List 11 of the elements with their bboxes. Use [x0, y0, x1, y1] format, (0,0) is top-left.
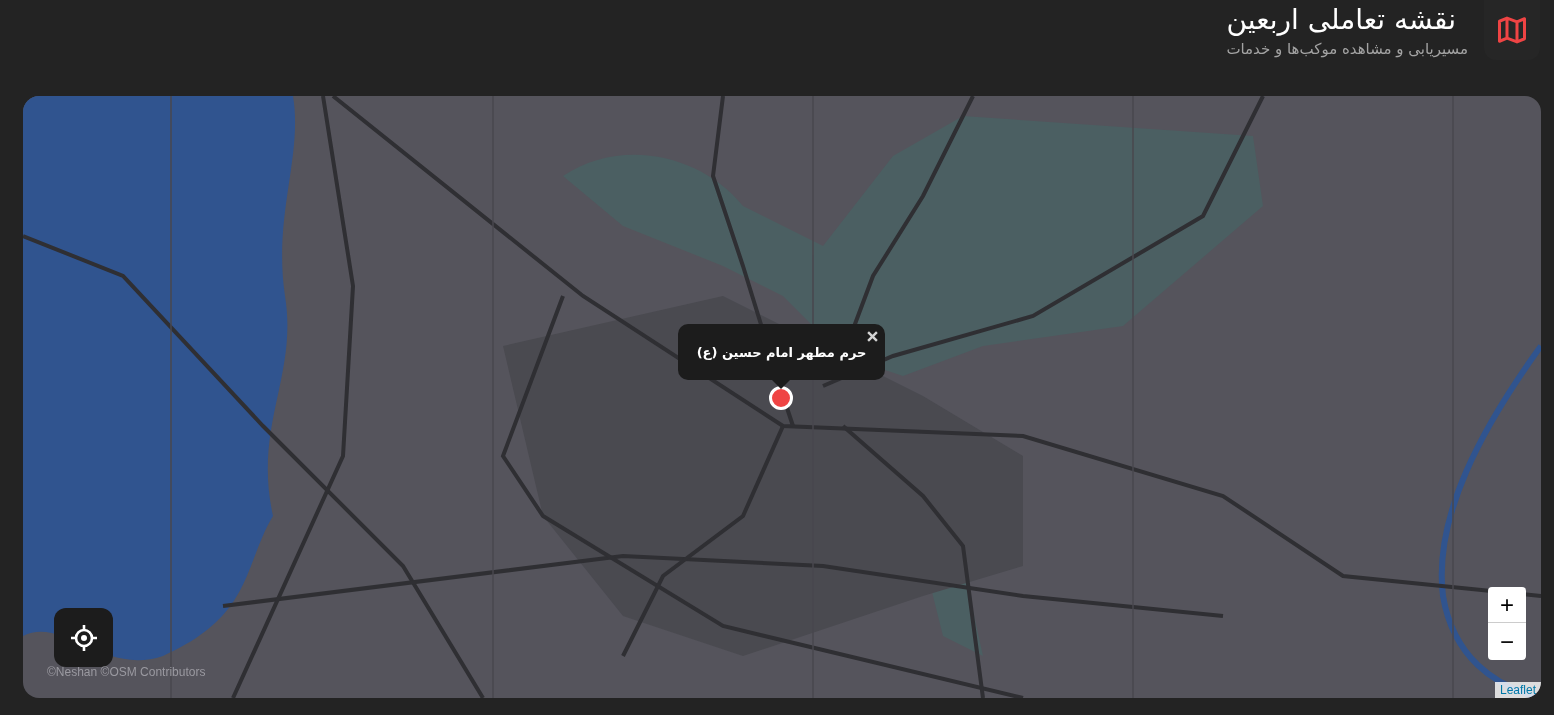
map-icon: [1497, 16, 1527, 44]
leaflet-link[interactable]: Leaflet: [1494, 682, 1541, 698]
close-icon[interactable]: [867, 331, 878, 342]
popup-title: حرم مطهر امام حسین (ع): [696, 344, 867, 363]
locate-icon: [69, 623, 98, 652]
page-subtitle: مسیریابی و مشاهده موکب‌ها و خدمات: [1226, 39, 1468, 60]
page-title: نقشه تعاملی اربعین: [1226, 3, 1456, 37]
zoom-in-button[interactable]: +: [1488, 587, 1526, 623]
locate-button[interactable]: [54, 608, 113, 667]
zoom-out-button[interactable]: −: [1488, 623, 1526, 660]
map-attribution: ©Neshan ©OSM Contributors: [47, 664, 206, 681]
